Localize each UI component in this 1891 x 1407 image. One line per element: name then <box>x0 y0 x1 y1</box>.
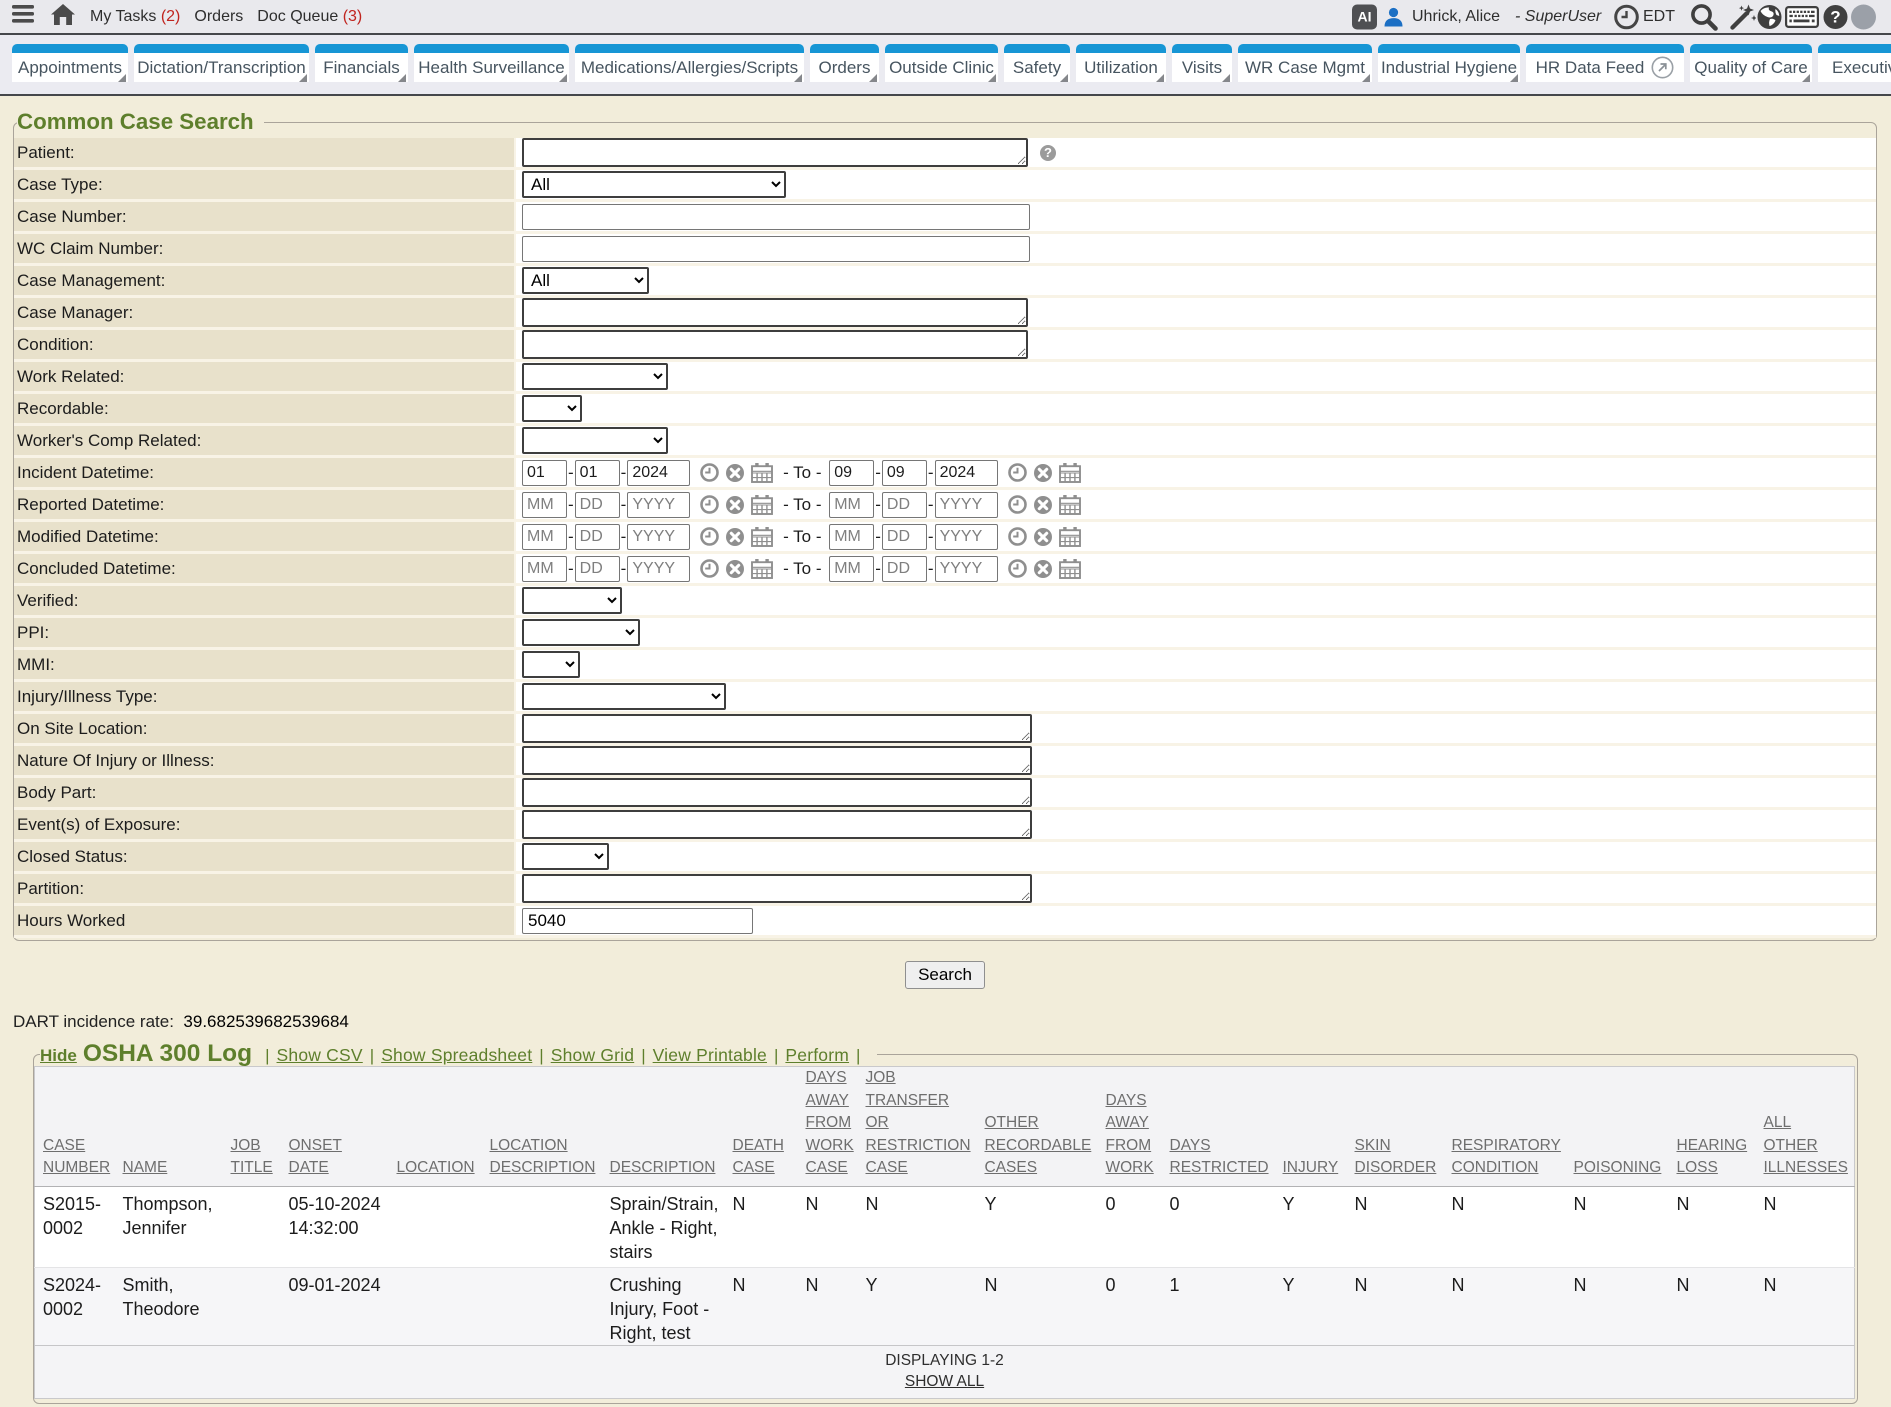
svg-text:?: ? <box>1830 7 1840 26</box>
